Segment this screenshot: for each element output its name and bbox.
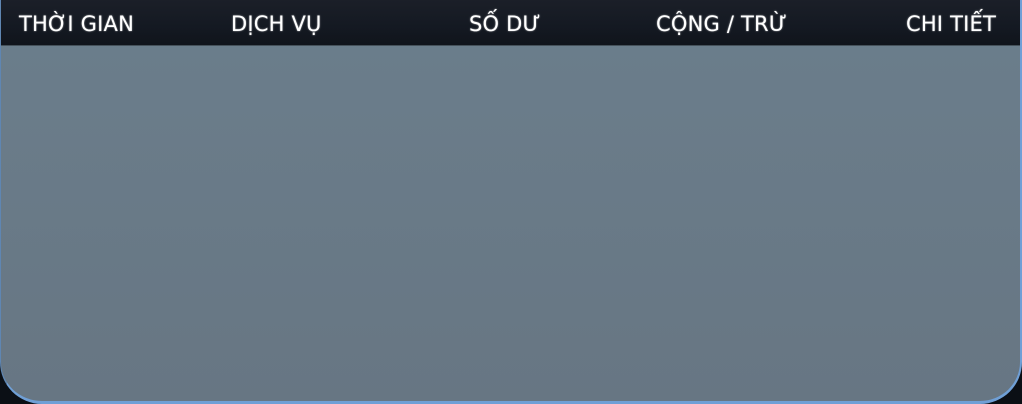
table-body-empty — [1, 45, 1020, 401]
transaction-history-panel: THỜI GIAN DỊCH VỤ SỐ DƯ CỘNG / TRỪ CHI T… — [0, 0, 1022, 404]
column-header-details: CHI TIẾT — [905, 12, 996, 36]
column-header-plus-minus: CỘNG / TRỪ — [656, 12, 788, 36]
column-header-service: DỊCH VỤ — [231, 12, 322, 36]
column-header-time: THỜI GIAN — [19, 12, 135, 36]
table-header: THỜI GIAN DỊCH VỤ SỐ DƯ CỘNG / TRỪ CHI T… — [1, 0, 1020, 45]
column-header-balance: SỐ DƯ — [469, 12, 541, 36]
